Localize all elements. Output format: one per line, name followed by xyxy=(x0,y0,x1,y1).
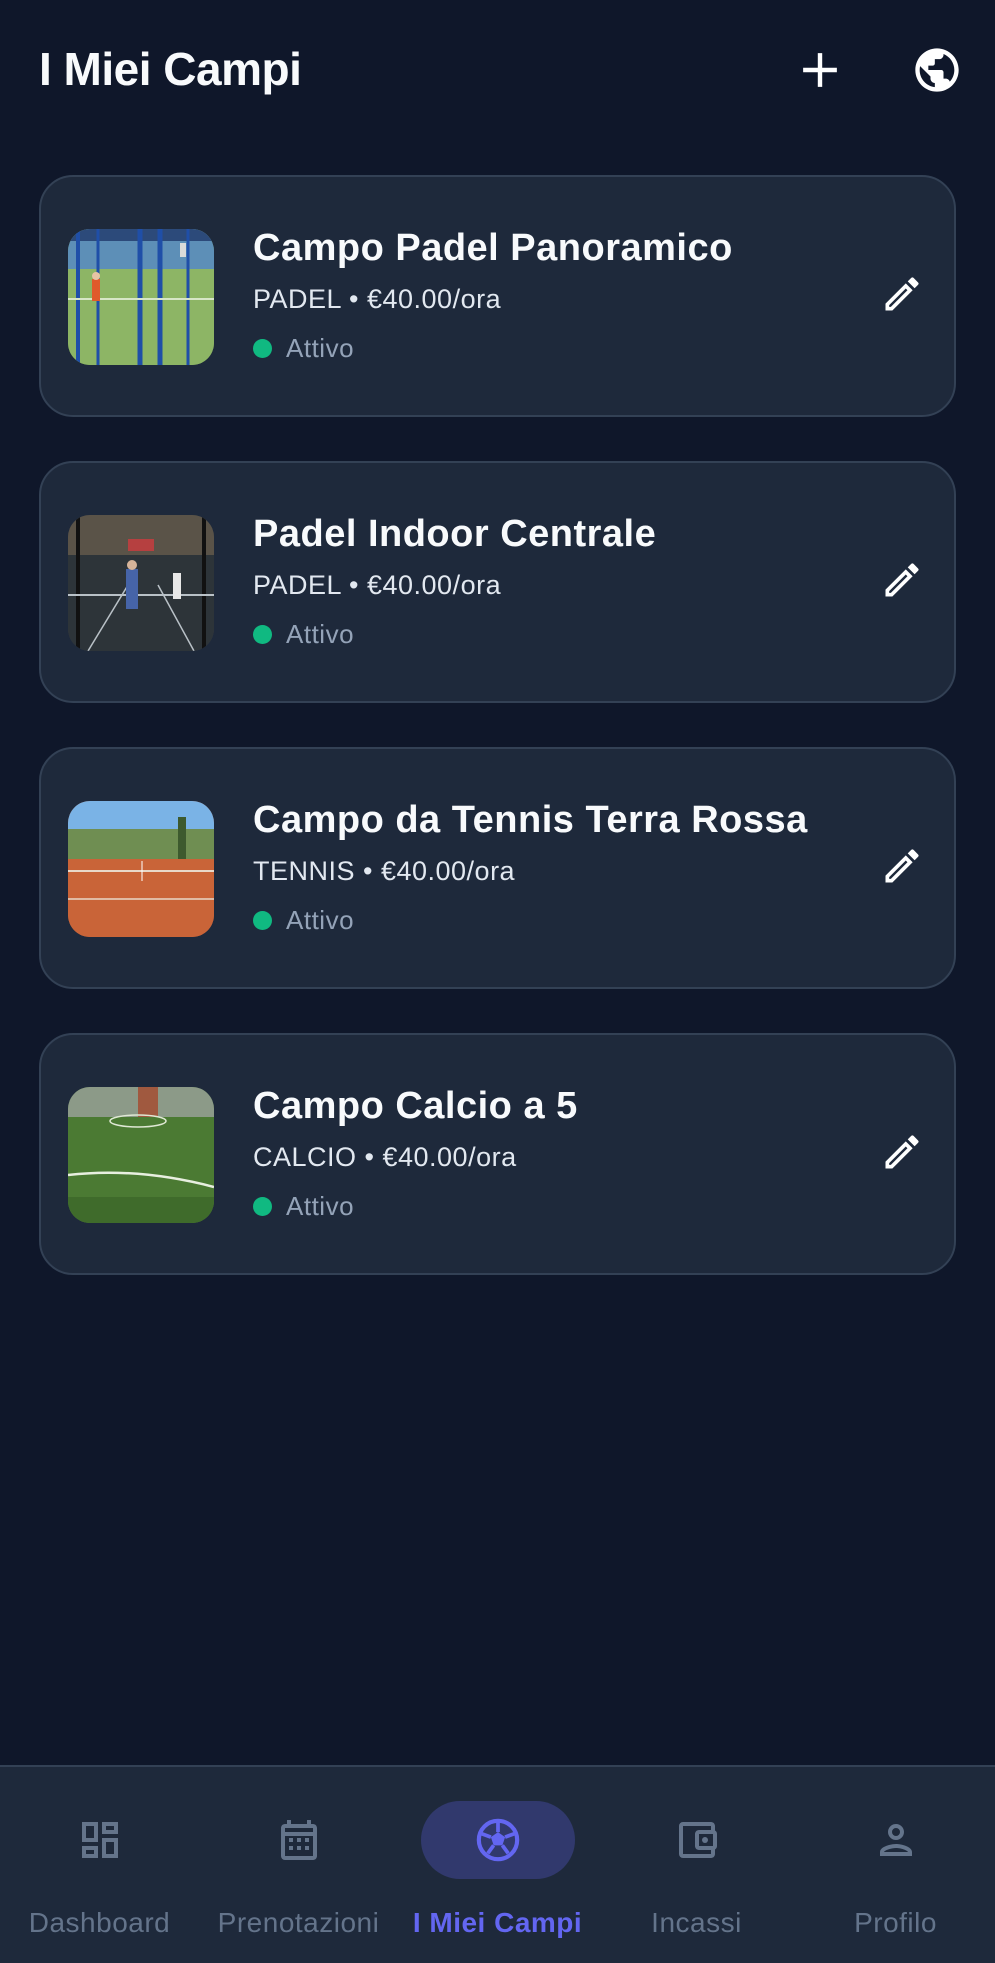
indoor-padel-photo xyxy=(68,515,214,651)
plus-icon xyxy=(803,53,837,87)
calendar-icon xyxy=(280,1820,317,1860)
nav-item-prenotazioni[interactable]: Prenotazioni xyxy=(199,1767,398,1963)
field-name: Campo Calcio a 5 xyxy=(253,1085,578,1127)
nav-pill xyxy=(620,1801,774,1879)
field-sport-price: TENNIS • €40.00/ora xyxy=(253,856,516,886)
status-badge: Attivo xyxy=(253,905,808,936)
person-icon xyxy=(879,1824,912,1856)
status-dot xyxy=(253,1197,272,1216)
field-thumbnail xyxy=(68,1087,214,1223)
nav-item-i-miei-campi[interactable]: I Miei Campi xyxy=(398,1767,597,1963)
nav-label: Profilo xyxy=(854,1907,937,1938)
field-list: Campo Padel Panoramico PADEL • €40.00/or… xyxy=(39,175,956,1319)
status-dot xyxy=(253,625,272,644)
football-pitch-photo xyxy=(68,1087,214,1223)
bottom-navigation: Dashboard Prenotazioni I Miei Campi Inca… xyxy=(0,1765,995,1963)
nav-label: Dashboard xyxy=(28,1907,171,1938)
field-sport-price: CALCIO • €40.00/ora xyxy=(253,1142,517,1172)
nav-item-incassi[interactable]: Incassi xyxy=(597,1767,796,1963)
nav-pill-active xyxy=(420,1801,575,1879)
edit-field-button[interactable] xyxy=(877,1127,927,1177)
field-thumbnail xyxy=(68,515,214,651)
nav-label: I Miei Campi xyxy=(412,1907,583,1938)
clay-tennis-photo xyxy=(68,801,214,937)
language-button[interactable] xyxy=(907,40,967,100)
field-sport-price: PADEL • €40.00/ora xyxy=(253,570,502,600)
status-dot xyxy=(253,911,272,930)
soccer-ball-icon xyxy=(476,1818,519,1862)
status-dot xyxy=(253,339,272,358)
field-thumbnail xyxy=(68,801,214,937)
field-name: Campo Padel Panoramico xyxy=(253,227,733,269)
pencil-icon xyxy=(885,1135,919,1169)
nav-item-dashboard[interactable]: Dashboard xyxy=(0,1767,199,1963)
padel-court-photo xyxy=(68,229,214,365)
status-badge: Attivo xyxy=(253,333,733,364)
add-field-button[interactable] xyxy=(790,40,850,100)
field-card[interactable]: Padel Indoor Centrale PADEL • €40.00/ora… xyxy=(39,461,956,703)
nav-label: Prenotazioni xyxy=(217,1907,380,1938)
status-badge: Attivo xyxy=(253,1191,578,1222)
status-label: Attivo xyxy=(286,1191,355,1221)
pencil-icon xyxy=(885,277,919,311)
pencil-icon xyxy=(885,849,919,883)
field-sport-price: PADEL • €40.00/ora xyxy=(253,284,502,314)
field-card[interactable]: Campo da Tennis Terra Rossa TENNIS • €40… xyxy=(39,747,956,989)
nav-item-profilo[interactable]: Profilo xyxy=(796,1767,995,1963)
nav-label: Incassi xyxy=(651,1907,742,1938)
wallet-icon xyxy=(678,1822,717,1858)
status-label: Attivo xyxy=(286,905,355,935)
status-label: Attivo xyxy=(286,333,355,363)
field-card[interactable]: Campo Padel Panoramico PADEL • €40.00/or… xyxy=(39,175,956,417)
field-thumbnail xyxy=(68,229,214,365)
edit-field-button[interactable] xyxy=(877,841,927,891)
nav-pill xyxy=(23,1801,177,1879)
globe-icon xyxy=(915,48,959,92)
edit-field-button[interactable] xyxy=(877,269,927,319)
nav-pill xyxy=(819,1801,973,1879)
page-title: I Miei Campi xyxy=(39,43,302,95)
pencil-icon xyxy=(885,563,919,597)
app-bar: I Miei Campi xyxy=(0,0,995,140)
status-badge: Attivo xyxy=(253,619,656,650)
status-label: Attivo xyxy=(286,619,355,649)
edit-field-button[interactable] xyxy=(877,555,927,605)
nav-pill xyxy=(222,1801,376,1879)
field-name: Campo da Tennis Terra Rossa xyxy=(253,799,808,841)
dashboard-icon xyxy=(81,1822,118,1858)
field-name: Padel Indoor Centrale xyxy=(253,513,657,555)
field-card[interactable]: Campo Calcio a 5 CALCIO • €40.00/ora Att… xyxy=(39,1033,956,1275)
